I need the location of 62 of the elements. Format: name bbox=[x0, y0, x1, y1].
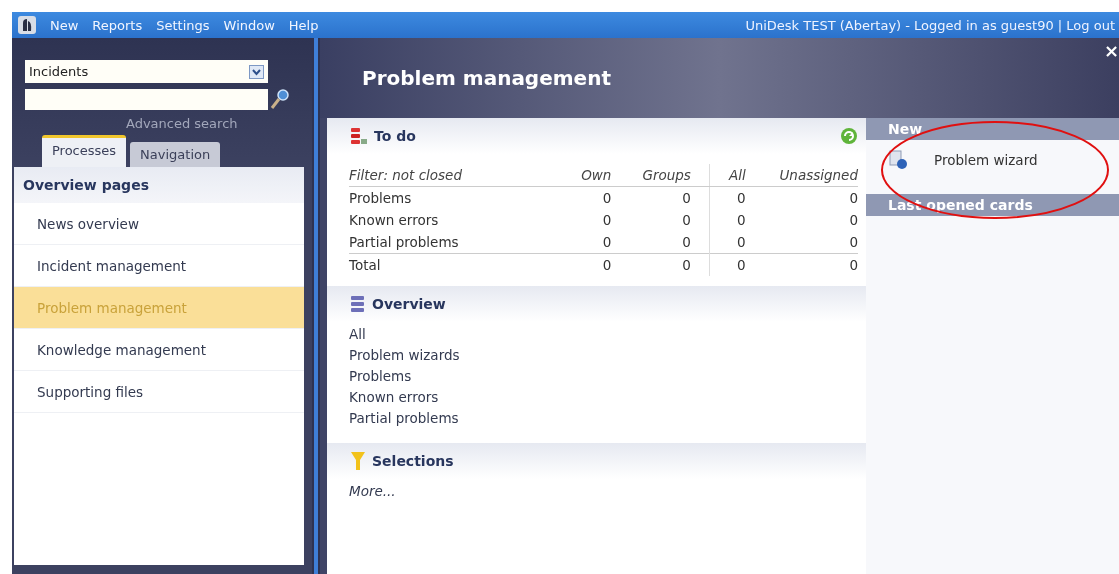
table-cell: 0 bbox=[709, 253, 746, 276]
menu-item[interactable]: Window bbox=[223, 17, 275, 33]
overview-link[interactable]: Problem wizards bbox=[349, 345, 460, 366]
close-button[interactable]: × bbox=[1103, 40, 1119, 61]
table-cell-text: 0 bbox=[601, 211, 612, 230]
row-label: Partial problems bbox=[349, 231, 559, 254]
table-cell: 0 bbox=[745, 186, 858, 209]
column-header: All bbox=[709, 164, 746, 187]
panel-title: Last opened cards bbox=[888, 197, 1033, 213]
section-title: To do bbox=[374, 128, 416, 144]
funnel-icon bbox=[349, 450, 367, 472]
overview-link[interactable]: Problems bbox=[349, 366, 412, 387]
app-logo-icon bbox=[18, 16, 36, 34]
menu-item[interactable]: Reports bbox=[92, 17, 143, 33]
search-icon[interactable] bbox=[270, 88, 290, 110]
module-dropdown[interactable]: Incidents bbox=[25, 60, 268, 83]
overview-link[interactable]: All bbox=[349, 324, 366, 345]
list-icon bbox=[349, 126, 369, 146]
column-header: Own bbox=[559, 164, 612, 187]
sidebar-tab[interactable]: Processes bbox=[42, 135, 127, 167]
section-title: Overview bbox=[372, 296, 446, 312]
filter-label: Filter: not closed bbox=[349, 164, 559, 187]
nav-item[interactable]: Knowledge management bbox=[14, 329, 304, 371]
table-cell: 0 bbox=[559, 253, 612, 276]
stack-icon bbox=[349, 294, 367, 314]
overview-link[interactable]: Known errors bbox=[349, 387, 439, 408]
row-label: Problems bbox=[349, 186, 559, 209]
sidebar-tab[interactable]: Navigation bbox=[130, 142, 221, 167]
table-cell: 0 bbox=[559, 186, 612, 209]
wizard-link[interactable]: Problem wizard bbox=[866, 140, 1038, 180]
table-cell: 0 bbox=[611, 231, 710, 254]
menu-item[interactable]: Settings bbox=[156, 17, 210, 33]
menu-item[interactable]: New bbox=[50, 17, 79, 33]
section-title: Overview pages bbox=[14, 167, 304, 203]
table-cell: 0 bbox=[709, 209, 746, 231]
table-cell: 0 bbox=[611, 209, 710, 231]
row-label: Known errors bbox=[349, 211, 440, 230]
overview-link[interactable]: Partial problems bbox=[349, 408, 459, 429]
table-cell: 0 bbox=[559, 231, 612, 254]
column-header: Unassigned bbox=[745, 164, 858, 187]
nav-item[interactable]: Supporting files bbox=[14, 371, 304, 413]
table-cell: 0 bbox=[709, 186, 746, 209]
table-cell-text: 0 bbox=[848, 211, 858, 230]
panel-title: New bbox=[888, 121, 923, 137]
more-link[interactable]: More... bbox=[349, 481, 396, 502]
section-title: Selections bbox=[372, 453, 454, 469]
menu-item[interactable]: Help bbox=[288, 17, 319, 33]
pane-splitter[interactable] bbox=[312, 38, 320, 574]
table-cell: 0 bbox=[745, 231, 858, 254]
nav-item[interactable]: News overview bbox=[14, 203, 304, 245]
column-header: Groups bbox=[611, 164, 710, 187]
search-field[interactable] bbox=[25, 88, 268, 110]
table-cell: 0 bbox=[611, 253, 710, 276]
login-status: UniDesk TEST (Abertay) - Logged in as guest90 | Log out bbox=[745, 17, 1116, 33]
table-cell: 0 bbox=[745, 253, 858, 276]
row-label: Total bbox=[349, 253, 559, 276]
advanced-search-link[interactable]: Advanced search bbox=[126, 116, 238, 131]
wizard-icon bbox=[888, 150, 908, 170]
table-cell: 0 bbox=[611, 186, 710, 209]
refresh-icon[interactable] bbox=[840, 127, 858, 145]
page-title: Problem management bbox=[362, 66, 611, 90]
table-cell: 0 bbox=[709, 231, 746, 254]
